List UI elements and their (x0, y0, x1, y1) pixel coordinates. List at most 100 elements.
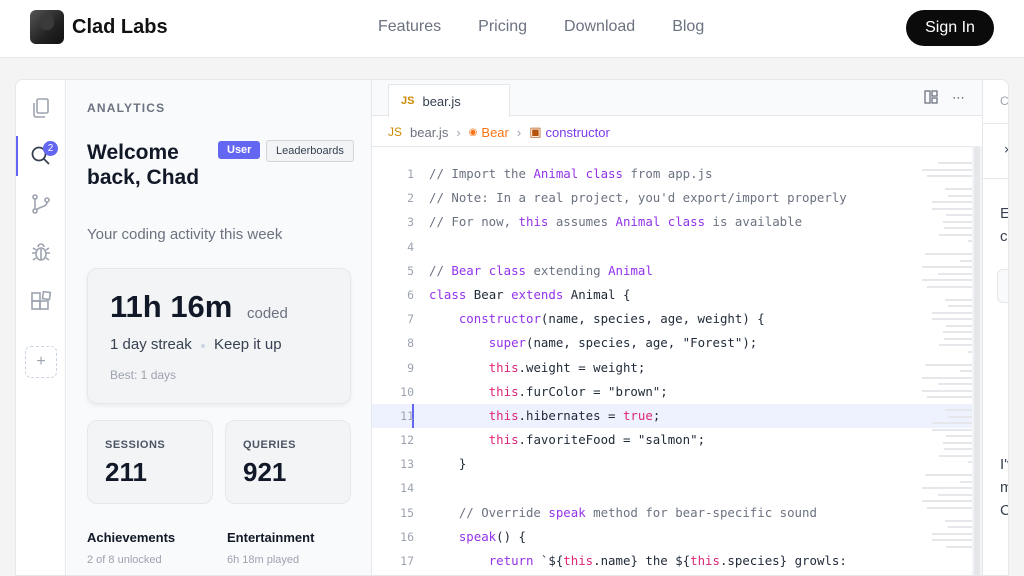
minimap-line (945, 435, 972, 437)
line-number: 17 (400, 554, 414, 568)
code-line[interactable]: 15 // Override speak method for bear-spe… (372, 501, 972, 525)
divider (372, 146, 982, 147)
search-badge: 2 (43, 141, 58, 156)
code-line[interactable]: 14 (372, 476, 972, 500)
code-line[interactable]: 13 } (372, 452, 972, 476)
code-line[interactable]: 10 this.furColor = "brown"; (372, 380, 972, 404)
leaderboards-button[interactable]: Leaderboards (266, 140, 354, 162)
add-view-button[interactable]: + (25, 346, 57, 378)
line-number: 8 (407, 336, 414, 351)
nav-link-pricing[interactable]: Pricing (478, 18, 527, 36)
line-text: // Import the Animal class from app.js (429, 166, 713, 181)
line-text: class Bear extends Animal { (429, 286, 631, 302)
code-line[interactable]: 5 // Bear class extending Animal (372, 259, 972, 283)
line-number: 16 (400, 529, 414, 544)
breadcrumb: JS bear.js › ◉ Bear › ▣ constructor (388, 122, 610, 142)
minimap-line (944, 227, 972, 229)
chat-card[interactable] (997, 269, 1008, 303)
scrollbar-thumb[interactable] (974, 146, 980, 575)
minimap-line (932, 318, 972, 320)
nav-link-download[interactable]: Download (564, 18, 635, 36)
coded-time-label: coded (247, 305, 288, 322)
chat-message: Ex cl (1000, 202, 1008, 248)
user-tag[interactable]: User (218, 141, 261, 159)
line-text: constructor(name, species, age, weight) … (458, 311, 765, 327)
split-layout-icon[interactable] (924, 90, 938, 107)
nav-link-features[interactable]: Features (378, 18, 441, 36)
line-text: this.weight = weight; (488, 359, 646, 375)
breadcrumb-method[interactable]: constructor (546, 125, 610, 140)
nav-links: Features Pricing Download Blog (378, 18, 704, 36)
sign-in-button[interactable]: Sign In (906, 10, 994, 46)
queries-card: QUERIES 921 (225, 420, 351, 504)
minimap-line (927, 285, 972, 288)
line-number: 3 (407, 215, 414, 230)
brand-avatar (30, 10, 64, 44)
separator-dot (201, 344, 205, 348)
minimap-line (947, 526, 972, 528)
minimap-line (937, 493, 972, 496)
code-line[interactable]: 7 constructor(name, species, age, weight… (372, 307, 972, 331)
nav-link-blog[interactable]: Blog (672, 18, 704, 36)
minimap-line (960, 480, 972, 483)
chat-message: I'v m Cl (1000, 453, 1008, 522)
minimap-line (945, 519, 972, 522)
minimap-line (931, 201, 972, 203)
minimap-line (927, 175, 972, 177)
minimap-line (921, 376, 972, 379)
code-line[interactable]: 11 this.hibernates = true; (372, 403, 972, 429)
editor-tab-bear-js[interactable]: JS bear.js (388, 84, 510, 117)
more-actions-icon[interactable]: ⋯ (952, 90, 965, 107)
code-line[interactable]: 8 super(name, species, age, "Forest"); (372, 331, 972, 355)
code-line[interactable]: 9 this.weight = weight; (372, 356, 972, 380)
code-line[interactable]: 4 (372, 235, 972, 259)
brand[interactable]: Clad Labs (30, 10, 168, 44)
code-line[interactable]: 12 this.favoriteFood = "salmon"; (372, 428, 972, 452)
code-line[interactable]: 6 class Bear extends Animal { (372, 283, 972, 307)
chat-header: CH (983, 80, 1008, 124)
minimap-line (931, 311, 972, 314)
minimap-line (931, 532, 972, 535)
chat-tab[interactable]: CH (1000, 94, 1008, 108)
activity-bar: 2 + (16, 80, 66, 575)
analytics-sidebar: ANALYTICS Welcome back, Chad User Leader… (67, 80, 372, 575)
achievements-title[interactable]: Achievements (87, 530, 175, 545)
brand-name: Clad Labs (72, 15, 168, 38)
code-lines[interactable]: 1 // Import the Animal class from app.js 2… (372, 162, 972, 573)
code-line[interactable]: 1 // Import the Animal class from app.js (372, 162, 972, 186)
minimap[interactable] (916, 162, 972, 575)
welcome-heading: Welcome back, Chad (87, 141, 200, 189)
code-line[interactable]: 3 // For now, this assumes Animal class i… (372, 210, 972, 234)
minimap-line (943, 220, 972, 223)
sessions-value: 211 (105, 457, 147, 487)
code-line[interactable]: 17 return `${this.name} the ${this.speci… (372, 549, 972, 573)
extensions-icon[interactable] (29, 290, 53, 314)
activity-subtitle: Your coding activity this week (87, 226, 283, 243)
minimap-line (947, 305, 972, 307)
close-icon[interactable]: × (1004, 142, 1008, 157)
source-control-icon[interactable] (29, 192, 53, 216)
entertainment-title[interactable]: Entertainment (227, 530, 314, 545)
code-editor: JS bear.js ⋯ JS bear.js › ◉ Bear › ▣ con… (372, 80, 982, 575)
breadcrumb-class[interactable]: Bear (481, 125, 508, 140)
line-text: this.hibernates = true; (488, 407, 661, 423)
minimap-line (927, 396, 972, 398)
code-line[interactable]: 2 // Note: In a real project, you'd expor… (372, 186, 972, 210)
code-line[interactable]: 16 speak() { (372, 525, 972, 549)
best-streak-text: Best: 1 days (110, 368, 177, 382)
breadcrumb-file[interactable]: bear.js (410, 125, 448, 140)
method-icon: ▣ (529, 124, 542, 139)
coded-time-card: 11h 16m coded 1 day streak Keep it up Be… (87, 268, 351, 404)
line-number: 14 (400, 481, 414, 496)
debug-icon[interactable] (29, 240, 53, 264)
line-text: this.favoriteFood = "salmon"; (488, 432, 706, 448)
chevron-right-icon: › (456, 124, 461, 140)
sessions-card: SESSIONS 211 (87, 420, 213, 504)
line-number: 15 (400, 505, 414, 520)
line-number: 11 (400, 408, 414, 423)
minimap-line (944, 448, 972, 450)
minimap-line (943, 441, 972, 444)
files-icon[interactable] (29, 96, 53, 120)
queries-label: QUERIES (243, 439, 297, 451)
line-number: 10 (400, 384, 414, 399)
